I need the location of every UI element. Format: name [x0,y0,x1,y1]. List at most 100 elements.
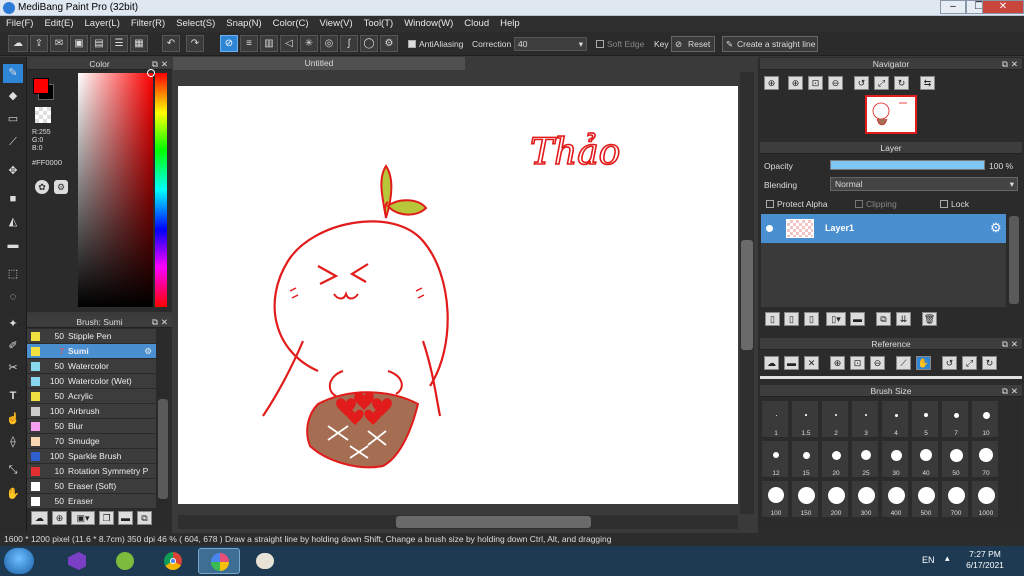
clipping-checkbox[interactable]: Clipping [855,199,897,209]
transparent-color-swatch[interactable] [35,107,51,123]
brush-row[interactable]: 50 Blur [27,419,156,434]
tray-chevron-icon[interactable]: ▴ [945,553,950,564]
drawing-canvas[interactable]: Thảo [178,86,738,504]
menu-color[interactable]: Color(C) [267,16,314,29]
flip-icon[interactable]: ⇆ [920,76,935,90]
bucket-tool-icon[interactable]: ◭ [3,213,23,232]
zoom-in-icon[interactable]: ⊕ [764,76,779,90]
reference-zoom-in-icon[interactable]: ⊕ [830,356,845,370]
share-icon[interactable]: ⇪ [30,35,48,52]
saturation-value-picker[interactable] [78,73,153,307]
brush-row[interactable]: 50 Eraser (Soft) [27,479,156,494]
layer-scrollbar[interactable] [1008,214,1020,307]
close-icon[interactable]: ✕ [1011,385,1018,397]
close-icon[interactable]: ✕ [1011,58,1018,70]
antialiasing-checkbox[interactable]: AntiAliasing [408,39,463,49]
brush-size-cell[interactable]: 12 [761,440,789,478]
undo-icon[interactable]: ↶ [162,35,180,52]
paint-icon[interactable] [244,548,286,574]
popout-icon[interactable]: ⧉ [152,316,158,328]
operation-tool-icon[interactable]: ☝ [3,410,23,429]
menu-window[interactable]: Window(W) [398,16,458,29]
brush-size-cell[interactable]: 7 [941,400,969,438]
gear-icon[interactable]: ⚙ [380,35,398,52]
menu-file[interactable]: File(F) [0,16,38,29]
brush-row[interactable]: 50 Watercolor [27,359,156,374]
reference-zoom-out-icon[interactable]: ⊖ [870,356,885,370]
rectangle-tool-icon[interactable]: ▭ [3,110,23,129]
navigator-thumbnail[interactable] [865,95,917,134]
gradient-tool-icon[interactable]: ▬ [3,236,23,255]
brush-size-cell[interactable]: 70 [971,440,999,478]
hue-slider[interactable] [155,73,167,307]
clock[interactable]: 7:27 PM 6/17/2021 [955,549,1015,571]
parallel-snap-icon[interactable]: ≡ [240,35,258,52]
fill-rect-tool-icon[interactable]: ■ [3,190,23,209]
lasso-icon[interactable]: ◌ [3,288,23,307]
brush-size-cell[interactable]: 5 [911,400,939,438]
layer-folder-icon[interactable]: ▬ [850,312,865,326]
visual-studio-icon[interactable] [56,548,98,574]
hand-tool-icon[interactable]: ✋ [3,485,23,504]
save-icon[interactable]: ▣ [70,35,88,52]
menu-cloud[interactable]: Cloud [458,16,494,29]
brush-row[interactable]: 7 Sumi ⚙ [27,344,156,359]
brush-size-scrollbar[interactable] [1008,400,1020,515]
comment-icon[interactable]: ✉ [50,35,68,52]
merge-layer-icon[interactable]: ⇊ [896,312,911,326]
select-eraser-icon[interactable]: ✂ [3,359,23,378]
brush-row[interactable]: 10 Rotation Symmetry P [27,464,156,479]
medibang-task-icon[interactable] [198,548,240,574]
menu-layer[interactable]: Layer(L) [79,16,125,29]
app-icon-green[interactable] [104,548,146,574]
opacity-slider[interactable] [830,160,985,170]
blending-select[interactable]: Normal ▾ [830,177,1018,191]
zoom-out-icon[interactable]: ⊖ [828,76,843,90]
brush-size-cell[interactable]: 700 [941,480,969,518]
brush-size-cell[interactable]: 50 [941,440,969,478]
create-straight-line-button[interactable]: ✎ Create a straight line [722,36,818,52]
brush-size-cell[interactable]: 30 [881,440,909,478]
brush-menu-icon[interactable]: ▣▾ [71,511,95,525]
reference-rotate-right-icon[interactable]: ↻ [982,356,997,370]
popout-icon[interactable]: ⧉ [1002,385,1008,397]
start-button[interactable] [4,548,34,574]
open-reference-icon[interactable]: ▬ [784,356,799,370]
brush-size-cell[interactable]: 3 [851,400,879,438]
correction-select[interactable]: 40 ▾ [514,37,587,51]
menu-snap[interactable]: Snap(N) [220,16,266,29]
brush-size-cell[interactable]: 40 [911,440,939,478]
layer-settings-gear-icon[interactable]: ⚙ [990,220,1002,236]
brush-size-cell[interactable]: 150 [791,480,819,518]
brush-row[interactable]: 100 Sparkle Brush [27,449,156,464]
minimize-button[interactable]: – [940,0,966,14]
select-pen-icon[interactable]: ✐ [3,337,23,356]
duplicate-icon[interactable]: ⧉ [137,511,152,525]
snap-off-icon[interactable]: ⊘ [220,35,238,52]
document-icon[interactable]: ▤ [90,35,108,52]
text-tool-icon[interactable]: T [3,387,23,406]
cloud-icon[interactable]: ☁ [8,35,28,52]
language-indicator[interactable]: EN [922,555,935,565]
brush-row[interactable]: 50 Eraser [27,494,156,509]
popout-icon[interactable]: ⧉ [1002,338,1008,350]
visibility-icon[interactable] [766,225,773,232]
menu-select[interactable]: Select(S) [170,16,220,29]
color-picker-handle[interactable] [147,69,155,77]
brush-tool-icon[interactable]: ✎ [3,64,23,83]
close-icon[interactable]: ✕ [161,316,168,328]
eyedropper-icon[interactable]: ⟠ [3,433,23,452]
brush-list-scrollbar[interactable] [157,329,169,507]
palette-icon[interactable]: ✿ [35,180,49,194]
grid-snap-icon[interactable]: ▥ [260,35,278,52]
protect-alpha-checkbox[interactable]: Protect Alpha [766,199,828,209]
brush-size-cell[interactable]: 100 [761,480,789,518]
horizontal-scroll-thumb[interactable] [396,516,591,528]
close-reference-icon[interactable]: ✕ [804,356,819,370]
brush-row[interactable]: 100 Airbrush [27,404,156,419]
reference-fit-icon[interactable]: ⊡ [850,356,865,370]
menu-filter[interactable]: Filter(R) [125,16,170,29]
brush-size-cell[interactable]: 300 [851,480,879,518]
delete-layer-icon[interactable]: 🗑 [922,312,937,326]
menu-tool[interactable]: Tool(T) [358,16,399,29]
